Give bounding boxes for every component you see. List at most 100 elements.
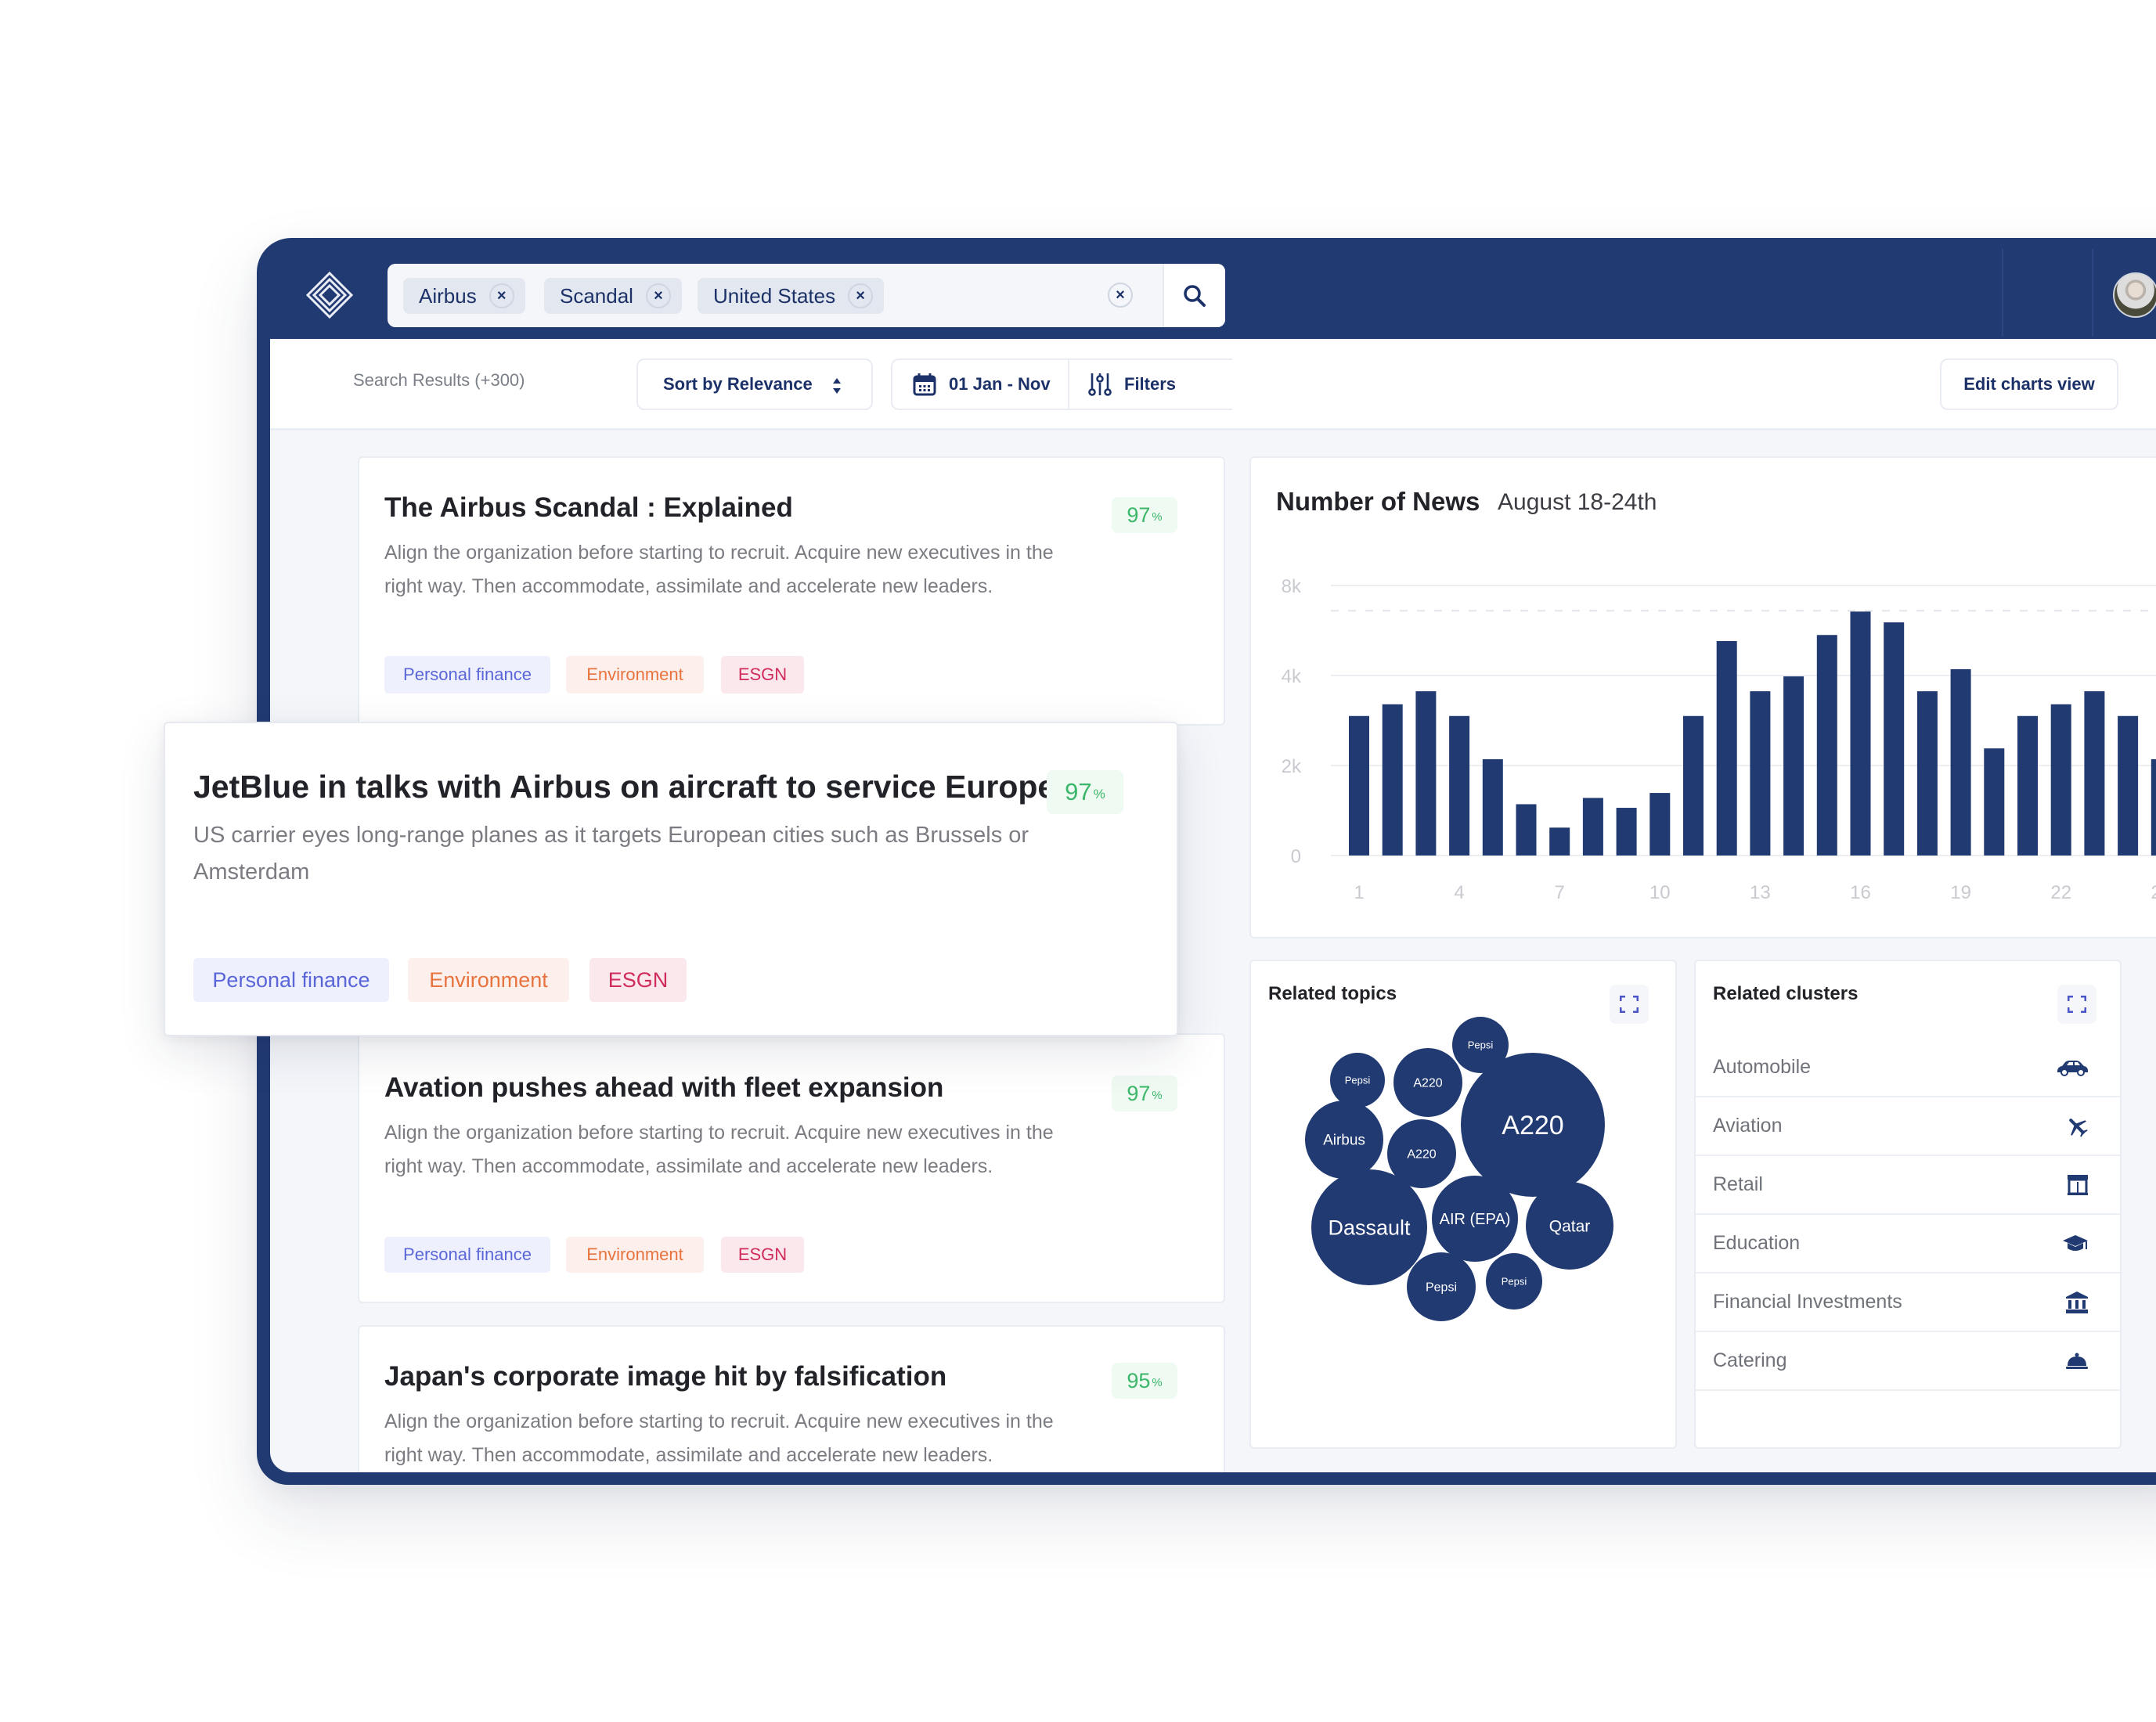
bar [1582,798,1603,856]
clear-search-icon[interactable]: × [1108,283,1133,308]
cluster-label: Catering [1713,1349,1787,1371]
search-bar[interactable]: Airbus × Scandal × United States × × [388,264,1225,327]
search-chip[interactable]: Airbus × [403,278,525,314]
cluster-label: Retail [1713,1173,1763,1195]
tag-esgn[interactable]: ESGN [589,958,687,1002]
bar [1783,676,1804,856]
bar [2151,758,2156,856]
graduation-cap-icon [2063,1234,2088,1251]
bubble-label: Airbus [1323,1133,1365,1149]
bar [1683,715,1704,856]
cluster-label: Automobile [1713,1056,1812,1078]
cluster-item-retail[interactable]: Retail [1696,1156,2120,1215]
x-tick-label: 25 [2151,882,2156,903]
x-tick-label: 19 [1950,882,1971,903]
score-unit: % [1152,1377,1163,1389]
bar [1449,715,1470,856]
article-title[interactable]: JetBlue in talks with Airbus on aircraft… [193,769,1055,805]
cluster-label: Financial Investments [1713,1291,1902,1313]
search-button[interactable] [1163,264,1225,327]
bar [2050,704,2071,856]
sort-dropdown[interactable]: Sort by Relevance [636,358,873,410]
score-value: 95 [1127,1368,1151,1392]
topic-bubble[interactable]: Pepsi [1407,1252,1476,1321]
calendar-icon [913,373,936,396]
sliders-icon [1088,373,1112,396]
search-icon [1184,284,1206,307]
bar [2017,715,2038,856]
article-description: US carrier eyes long-range planes as it … [193,823,1029,884]
score-value: 97 [1065,778,1092,805]
article-card-highlighted[interactable]: JetBlue in talks with Airbus on aircraft… [164,722,1178,1036]
expand-related-clusters-button[interactable] [2057,985,2097,1024]
bubble-label: Dassault [1328,1216,1411,1239]
bubble-label: A220 [1413,1077,1442,1090]
relevance-score-badge: 95% [1112,1363,1177,1399]
x-tick-label: 16 [1850,882,1871,903]
car-icon [2057,1060,2088,1076]
cluster-item-aviation[interactable]: Aviation [1696,1097,2120,1156]
bubble-label: A220 [1407,1148,1436,1162]
relevance-score-badge: 97% [1047,770,1123,814]
topic-bubble[interactable]: Dassault [1311,1169,1427,1285]
bar [1750,691,1771,856]
bar [1850,611,1871,856]
bubble-label: A220 [1502,1111,1563,1140]
bar [1516,804,1537,856]
chip-label: Scandal [560,283,633,308]
remove-chip-icon[interactable]: × [848,283,874,308]
cluster-item-financial-investments[interactable]: Financial Investments [1696,1273,2120,1332]
date-range-picker[interactable]: 01 Jan - Nov [891,358,1069,410]
date-range-label: 01 Jan - Nov [949,374,1051,394]
sort-label: Sort by Relevance [663,374,813,394]
header-divider [2092,249,2093,337]
bar [1716,641,1737,856]
bar [2084,691,2105,856]
tag-environment[interactable]: Environment [408,958,569,1002]
cluster-item-catering[interactable]: Catering [1696,1332,2120,1391]
search-chip[interactable]: Scandal × [544,278,682,314]
chip-label: United States [713,283,836,308]
bar [1549,827,1570,856]
bar-chart: 0 2k 4k 8k 1 4 7 10 13 16 19 22 25 [1282,576,2156,903]
expand-icon [2068,996,2086,1013]
bar [1884,622,1905,856]
x-tick-label: 4 [1454,882,1464,903]
chip-label: Airbus [419,283,477,308]
search-chip[interactable]: United States × [698,278,885,314]
related-clusters-title: Related clusters [1713,983,1859,1004]
topic-bubble[interactable]: A220 [1393,1048,1462,1117]
cluster-item-education[interactable]: Education [1696,1215,2120,1273]
cluster-label: Education [1713,1232,1801,1254]
cluster-item-automobile[interactable]: Automobile [1696,1039,2120,1097]
topic-bubble[interactable]: Pepsi [1330,1053,1385,1108]
bar [2118,715,2139,856]
bubble-chart: Pepsi Pepsi A220 A220 Airbus A220 Dassault AIR … [1305,1017,1613,1321]
topic-bubble[interactable]: Pepsi [1486,1253,1542,1310]
topic-bubble[interactable]: Airbus [1305,1101,1383,1179]
bank-icon [2066,1291,2088,1313]
diamond-logo-icon[interactable] [305,271,354,319]
x-tick-label: 1 [1354,882,1364,903]
bar [1382,704,1403,856]
y-tick-label: 4k [1282,666,1302,687]
bubble-label: Qatar [1549,1217,1591,1235]
cluster-label: Aviation [1713,1115,1783,1137]
filters-button[interactable]: Filters [1068,358,1232,410]
related-clusters-panel: Related clusters Automobile Aviation Ret… [1694,960,2122,1449]
user-avatar[interactable] [2113,272,2156,318]
topic-bubble[interactable]: A220 [1461,1053,1605,1197]
article-title[interactable]: Japan's corporate image hit by falsifica… [384,1361,946,1392]
remove-chip-icon[interactable]: × [645,283,671,308]
bar [1482,758,1503,856]
bubble-label: Pepsi [1502,1276,1527,1288]
topic-bubble[interactable]: AIR (EPA) [1432,1176,1518,1262]
x-tick-label: 10 [1649,882,1671,903]
y-tick-label: 8k [1282,576,1302,597]
topic-bubble[interactable]: Qatar [1526,1182,1613,1270]
edit-charts-view-button[interactable]: Edit charts view [1940,358,2118,410]
remove-chip-icon[interactable]: × [489,283,514,308]
score-unit: % [1093,787,1105,802]
article-card[interactable]: Japan's corporate image hit by falsifica… [358,1325,1225,1472]
tag-personal-finance[interactable]: Personal finance [193,958,389,1002]
